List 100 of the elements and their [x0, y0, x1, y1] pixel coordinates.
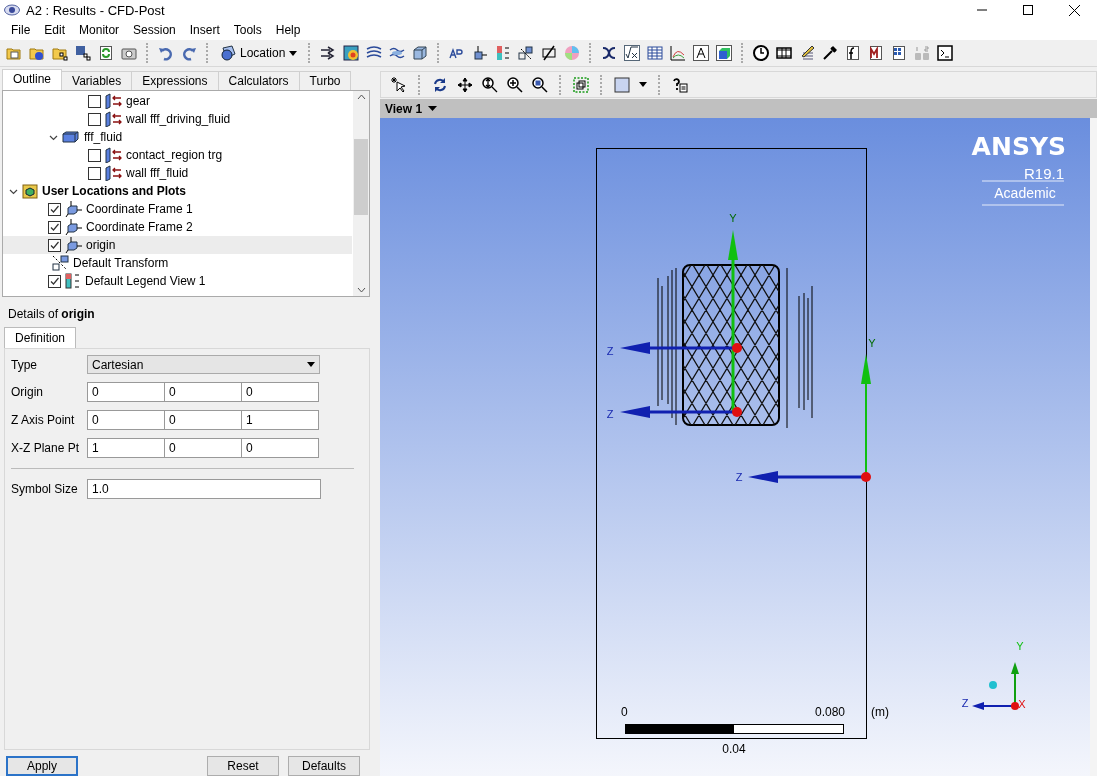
checkbox[interactable] [88, 148, 101, 162]
apply-button[interactable]: Apply [6, 756, 78, 776]
legend-icon[interactable] [495, 45, 512, 61]
function-icon[interactable] [601, 45, 618, 61]
tab[interactable]: Turbo [298, 71, 352, 90]
tree-item[interactable]: Default Legend View 1 [3, 272, 352, 290]
item-label: origin [86, 238, 116, 252]
input-field[interactable]: 0 [241, 382, 319, 402]
rotate-icon[interactable] [432, 76, 448, 93]
contour-icon[interactable] [343, 45, 360, 61]
tree-item[interactable]: contact_region trg [3, 146, 352, 164]
tree-item[interactable]: origin [3, 236, 352, 254]
scrollbar[interactable] [353, 91, 369, 296]
tab[interactable]: Definition [4, 327, 77, 348]
help-icon[interactable] [672, 76, 688, 93]
input-field[interactable]: 1 [241, 410, 319, 430]
arrows-icon[interactable] [320, 45, 337, 61]
terminal-icon[interactable] [937, 45, 954, 61]
menu-item[interactable]: Insert [182, 23, 227, 37]
dropper-icon[interactable] [822, 45, 839, 61]
fit-selection-icon[interactable] [573, 76, 589, 93]
input-field[interactable]: 1 [87, 438, 165, 458]
axis-label: X [1018, 698, 1026, 710]
input-field[interactable]: 1.0 [87, 479, 321, 499]
checkbox[interactable] [88, 94, 101, 108]
tree-item[interactable]: wall fff_fluid [3, 164, 352, 182]
clock-icon[interactable] [753, 45, 770, 61]
input-field[interactable]: 0 [164, 438, 242, 458]
input-field[interactable]: 0 [87, 410, 165, 430]
scale-label: 0 [621, 705, 628, 719]
vector-icon[interactable] [472, 45, 489, 61]
defaults-button[interactable]: Defaults [288, 756, 360, 776]
pen-lines-icon[interactable] [799, 45, 816, 61]
close-icon[interactable] [1068, 4, 1080, 16]
location-button[interactable]: Location [218, 45, 300, 61]
tree-item[interactable]: Coordinate Frame 1 [3, 200, 352, 218]
zoom-icon[interactable] [482, 76, 498, 93]
item-label: User Locations and Plots [42, 184, 187, 198]
pick-icon[interactable] [391, 76, 407, 93]
color-wheel-icon[interactable] [564, 45, 581, 61]
square-root-icon[interactable] [624, 45, 641, 61]
folder-tree-icon[interactable] [52, 45, 68, 61]
wave-icon[interactable] [389, 45, 406, 61]
text-box-icon[interactable] [693, 45, 710, 61]
window-title: A2 : Results - CFD-Post [26, 2, 165, 18]
item-label: contact_region trg [126, 148, 223, 162]
tab[interactable]: Expressions [131, 71, 219, 90]
input-field[interactable]: 0 [87, 382, 165, 402]
scale-label: 0.080 [815, 705, 846, 719]
viewport-layout-icon[interactable] [614, 76, 630, 93]
checkbox[interactable] [48, 238, 61, 252]
checkbox[interactable] [48, 274, 61, 288]
redo-icon[interactable] [181, 45, 197, 61]
menu-item[interactable]: Tools [226, 23, 269, 37]
macro-document-icon[interactable] [868, 45, 885, 61]
item-label: wall fff_fluid [126, 166, 189, 180]
refresh-icon[interactable] [98, 45, 114, 61]
maximize-icon[interactable] [1023, 5, 1033, 15]
cube-icon[interactable] [412, 45, 429, 61]
input-field[interactable]: 0 [164, 410, 242, 430]
tree-item[interactable]: fff_fluid [3, 128, 352, 146]
checkbox[interactable] [88, 112, 101, 126]
tree-item[interactable]: User Locations and Plots [3, 182, 352, 200]
slash-square-icon[interactable] [541, 45, 558, 61]
tree-item[interactable]: gear [3, 92, 352, 110]
view-selector[interactable]: View 1 [385, 101, 438, 116]
checkbox[interactable] [48, 220, 61, 234]
tab[interactable]: Outline [2, 69, 63, 90]
function-document-icon[interactable] [845, 45, 862, 61]
streamline-icon[interactable] [366, 45, 383, 61]
transform-icon[interactable] [518, 45, 535, 61]
folder-icon[interactable] [29, 45, 45, 61]
save-icon[interactable] [75, 45, 91, 61]
checkbox[interactable] [48, 202, 61, 216]
input-field[interactable]: 0 [164, 382, 242, 402]
axis-label: Y [1016, 640, 1024, 652]
colored-cube-icon[interactable] [716, 45, 733, 61]
camera-icon[interactable] [121, 45, 137, 61]
menu-item[interactable]: Session [126, 23, 183, 37]
menu-item[interactable]: File [4, 23, 38, 37]
menu-item[interactable]: Edit [37, 23, 73, 37]
checkbox[interactable] [88, 166, 101, 180]
zoom-fit-icon[interactable] [532, 76, 548, 93]
tree-item[interactable]: Default Transform [3, 254, 352, 272]
tree-item[interactable]: wall fff_driving_fluid [3, 110, 352, 128]
zoom-in-icon[interactable] [507, 76, 523, 93]
tree-item[interactable]: Coordinate Frame 2 [3, 218, 352, 236]
move-icon[interactable] [457, 76, 473, 93]
chart-icon[interactable] [670, 45, 687, 61]
menu-item[interactable]: Help [268, 23, 308, 37]
folder-document-icon[interactable] [6, 45, 22, 61]
type-dropdown[interactable]: Cartesian [87, 355, 320, 374]
item-label: gear [126, 94, 151, 108]
film-icon[interactable] [776, 45, 793, 61]
table-icon[interactable] [647, 45, 664, 61]
menu-item[interactable]: Monitor [72, 23, 127, 37]
undo-icon[interactable] [158, 45, 174, 61]
reset-button[interactable]: Reset [207, 756, 279, 776]
input-field[interactable]: 0 [241, 438, 319, 458]
grid-document-icon[interactable] [891, 45, 908, 61]
